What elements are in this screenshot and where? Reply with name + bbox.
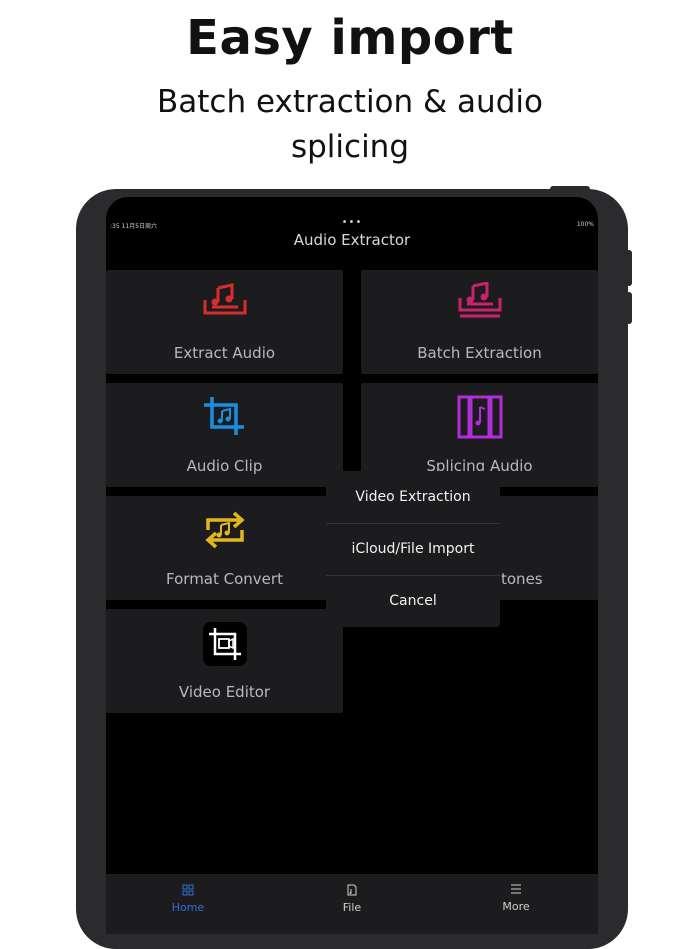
nav-item-more[interactable]: More	[434, 874, 598, 934]
tile-audio-clip[interactable]: Audio Clip	[106, 383, 343, 487]
tablet-volume-up-button	[626, 250, 632, 286]
tile-label: Batch Extraction	[417, 344, 542, 362]
grid-icon	[182, 884, 194, 896]
list-icon	[511, 884, 521, 894]
multitask-dots-icon[interactable]: •••	[106, 217, 598, 228]
promo-headline: Easy import	[186, 10, 514, 66]
music-tray-stack-icon	[458, 282, 502, 318]
tile-extract-audio[interactable]: Extract Audio	[106, 270, 343, 374]
bottom-nav: Home File More	[106, 874, 598, 934]
popover-arrow	[310, 537, 326, 561]
tile-label: Video Editor	[178, 683, 271, 701]
tile-label: Extract Audio	[173, 344, 276, 362]
menu-item-cancel[interactable]: Cancel	[326, 575, 500, 627]
crop-music-icon	[204, 397, 244, 435]
tile-format-convert[interactable]: Format Convert	[106, 496, 343, 600]
promo-subheadline-line1: Batch extraction & audio	[157, 84, 543, 120]
tile-label: Format Convert	[166, 570, 283, 588]
splice-columns-icon	[457, 395, 503, 439]
promo-subheadline-line2: splicing	[290, 129, 410, 165]
nav-item-file[interactable]: File	[270, 874, 434, 934]
tablet-top-button	[550, 186, 590, 192]
convert-arrows-icon	[205, 511, 245, 549]
menu-item-icloud-file-import[interactable]: iCloud/File Import	[326, 523, 500, 575]
tile-batch-extraction[interactable]: Batch Extraction	[361, 270, 598, 374]
nav-item-home[interactable]: Home	[106, 874, 270, 934]
tile-label: tones	[501, 570, 543, 588]
promo-subheadline: Batch extraction & audio splicing	[150, 80, 550, 170]
app-title: Audio Extractor	[293, 231, 411, 249]
menu-item-video-extraction[interactable]: Video Extraction	[326, 471, 500, 523]
nav-label: Home	[171, 901, 205, 914]
video-crop-icon	[203, 622, 247, 666]
tile-label: Audio Clip	[186, 457, 263, 475]
tile-video-editor[interactable]: Video Editor	[106, 609, 343, 713]
music-tray-icon	[203, 283, 247, 315]
nav-label: More	[502, 900, 530, 913]
file-icon	[347, 884, 357, 896]
nav-label: File	[342, 901, 362, 914]
tablet-volume-down-button	[626, 292, 632, 324]
import-popover-menu: Video Extraction iCloud/File Import Canc…	[326, 471, 500, 627]
